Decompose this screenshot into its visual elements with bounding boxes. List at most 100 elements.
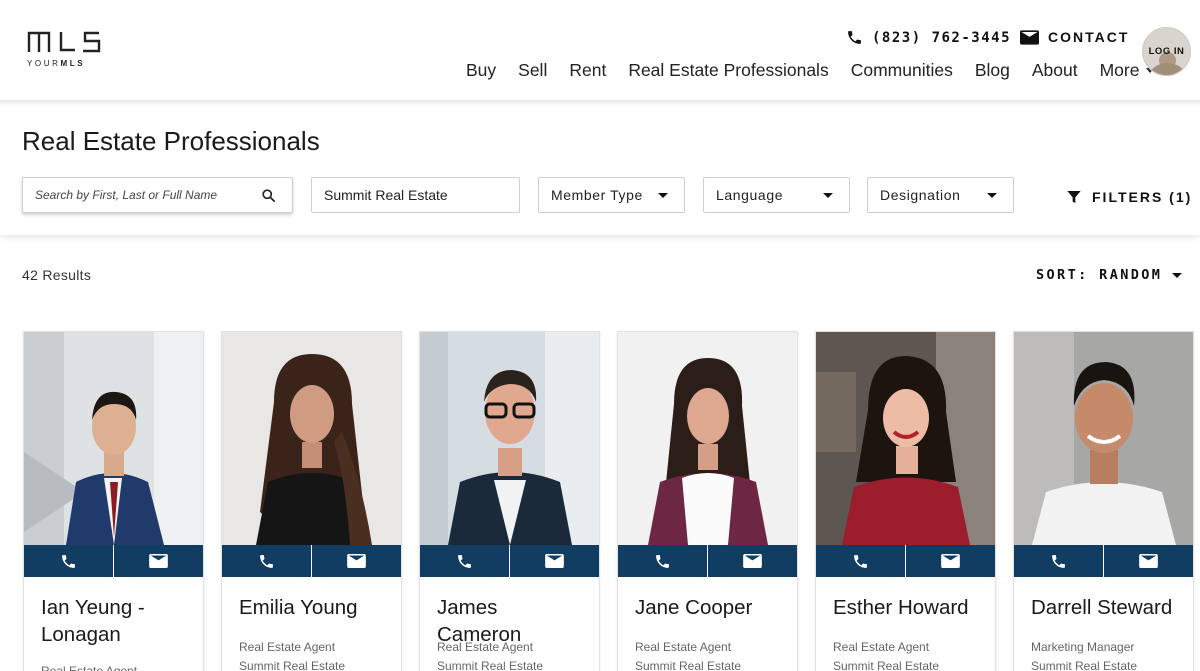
designation-label: Designation (880, 187, 961, 203)
call-agent-button[interactable] (1014, 545, 1103, 577)
agent-card[interactable]: James Cameron Real Estate Agent Summit R… (419, 331, 600, 671)
phone-number: (823) 762-3445 (872, 29, 1012, 46)
language-label: Language (716, 187, 784, 203)
agent-photo[interactable] (816, 332, 995, 545)
avatar-body (1149, 63, 1186, 75)
phone-icon (854, 554, 867, 568)
agent-actions (1014, 545, 1193, 577)
agent-photo[interactable] (618, 332, 797, 545)
agent-role: Real Estate Agent (239, 640, 336, 654)
filters-label: FILTERS (1) (1092, 189, 1193, 205)
agent-photo[interactable] (1014, 332, 1193, 545)
nav-blog[interactable]: Blog (975, 60, 1010, 81)
mail-icon (545, 554, 564, 568)
chevron-down-icon (658, 192, 668, 198)
results-count: 42 Results (22, 267, 92, 283)
email-agent-button[interactable] (1103, 545, 1193, 577)
agent-photo[interactable] (222, 332, 401, 545)
filters-button[interactable]: FILTERS (1) (1066, 189, 1192, 205)
agent-actions (222, 545, 401, 577)
contact-link[interactable]: CONTACT (1020, 29, 1129, 45)
mail-icon (941, 554, 960, 568)
office-field[interactable]: Summit Real Estate (311, 177, 520, 213)
contact-label: CONTACT (1048, 29, 1130, 45)
nav-rent[interactable]: Rent (569, 60, 606, 81)
agent-role: Real Estate Agent (635, 640, 732, 654)
call-agent-button[interactable] (24, 545, 113, 577)
email-agent-button[interactable] (311, 545, 401, 577)
nav-real-estate-professionals[interactable]: Real Estate Professionals (628, 60, 828, 81)
nav-buy[interactable]: Buy (466, 60, 496, 81)
chevron-down-icon (823, 192, 833, 198)
member-type-dropdown[interactable]: Member Type (538, 177, 685, 213)
agent-role: Real Estate Agent (437, 640, 534, 654)
call-agent-button[interactable] (816, 545, 905, 577)
main-nav: Buy Sell Rent Real Estate Professionals … (466, 60, 1155, 81)
agent-office: Summit Real Estate (833, 659, 940, 671)
agent-name[interactable]: Emilia Young (239, 594, 389, 621)
login-avatar-button[interactable]: LOG IN (1142, 27, 1191, 76)
agent-office: Summit Real Estate (635, 659, 742, 671)
member-type-label: Member Type (551, 187, 643, 203)
login-label: LOG IN (1148, 46, 1185, 57)
phone-icon (458, 554, 471, 568)
email-agent-button[interactable] (707, 545, 797, 577)
nav-communities[interactable]: Communities (851, 60, 953, 81)
call-agent-button[interactable] (420, 545, 509, 577)
phone-icon (656, 554, 669, 568)
sort-dropdown[interactable]: SORT: RANDOM (1036, 267, 1183, 283)
email-agent-button[interactable] (905, 545, 995, 577)
agent-card[interactable]: Darrell Steward Marketing Manager Summit… (1013, 331, 1194, 671)
call-agent-button[interactable] (618, 545, 707, 577)
phone-icon (1052, 554, 1065, 568)
agent-actions (618, 545, 797, 577)
agent-name[interactable]: Darrell Steward (1031, 594, 1181, 621)
agent-actions (24, 545, 203, 577)
agent-card[interactable]: Emilia Young Real Estate Agent Summit Re… (221, 331, 402, 671)
agent-office: Summit Real Estate (1031, 659, 1138, 671)
logo-tagline: YOURMLS (27, 59, 86, 68)
agent-actions (420, 545, 599, 577)
phone-icon (846, 29, 863, 46)
mls-logo-mark (27, 31, 101, 53)
filter-icon (1066, 189, 1082, 205)
chevron-down-icon (1172, 272, 1183, 278)
site-header: YOURMLS (823) 762-3445 CONTACT Buy Sell … (0, 0, 1200, 100)
agent-name[interactable]: Jane Cooper (635, 594, 785, 621)
agent-card[interactable]: Jane Cooper Real Estate Agent Summit Rea… (617, 331, 798, 671)
page-title: Real Estate Professionals (22, 126, 320, 156)
sort-label: SORT: RANDOM (1036, 267, 1163, 283)
mail-icon (1139, 554, 1158, 568)
agent-name[interactable]: Ian Yeung - Lonagan (41, 594, 191, 648)
search-icon[interactable] (261, 188, 276, 206)
phone-icon (62, 554, 75, 568)
nav-about[interactable]: About (1032, 60, 1078, 81)
language-dropdown[interactable]: Language (703, 177, 850, 213)
mail-icon (743, 554, 762, 568)
mail-icon (1020, 29, 1039, 45)
office-value: Summit Real Estate (324, 187, 448, 203)
mail-icon (347, 554, 366, 568)
agent-role: Real Estate Agent (833, 640, 930, 654)
name-search-input[interactable] (35, 188, 255, 202)
agent-card[interactable]: Ian Yeung - Lonagan Real Estate Agent (23, 331, 204, 671)
agent-role: Real Estate Agent (41, 664, 138, 671)
agent-photo[interactable] (24, 332, 203, 545)
phone-link[interactable]: (823) 762-3445 (846, 29, 1011, 46)
agent-office: Summit Real Estate (239, 659, 346, 671)
call-agent-button[interactable] (222, 545, 311, 577)
email-agent-button[interactable] (509, 545, 599, 577)
agent-actions (816, 545, 995, 577)
nav-sell[interactable]: Sell (518, 60, 547, 81)
search-panel (0, 100, 1200, 235)
agent-office: Summit Real Estate (437, 659, 544, 671)
agent-name[interactable]: Esther Howard (833, 594, 983, 621)
name-search-field[interactable] (22, 177, 293, 213)
nav-more-label: More (1099, 60, 1140, 80)
agent-card[interactable]: Esther Howard Real Estate Agent Summit R… (815, 331, 996, 671)
chevron-down-icon (987, 192, 997, 198)
agent-role: Marketing Manager (1031, 640, 1135, 654)
email-agent-button[interactable] (113, 545, 203, 577)
designation-dropdown[interactable]: Designation (867, 177, 1014, 213)
agent-photo[interactable] (420, 332, 599, 545)
